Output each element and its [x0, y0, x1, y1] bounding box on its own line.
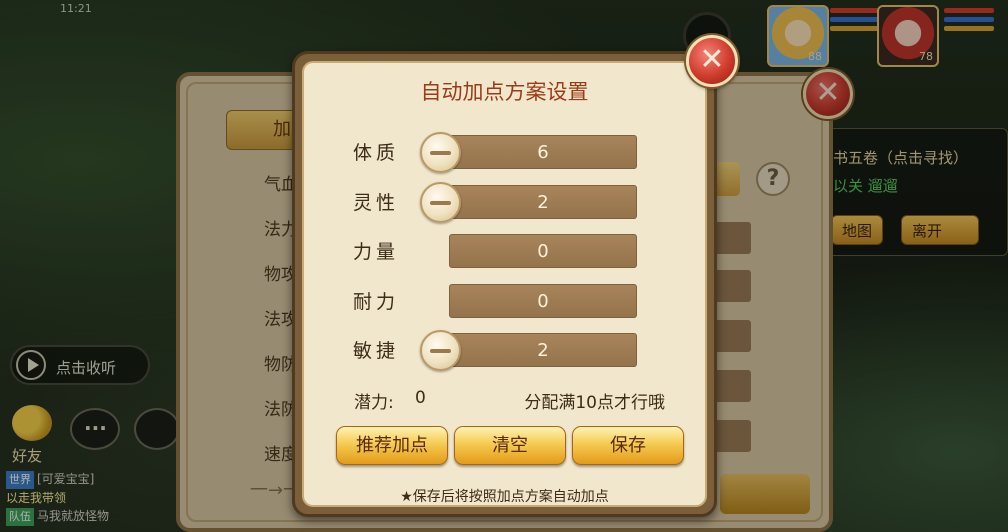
- attribute-bar: 2: [449, 333, 637, 367]
- minus-button[interactable]: [420, 330, 461, 371]
- attribute-row-spirit: 灵性 2: [304, 182, 704, 223]
- attribute-name: 体质: [353, 142, 400, 164]
- attribute-name: 灵性: [353, 192, 400, 214]
- recommend-points-button[interactable]: 推荐加点: [336, 426, 448, 465]
- auto-points-dialog: 自动加点方案设置 体质 6 灵性 2 力量 0 耐力 0 敏捷 2 潜力: 0 …: [292, 51, 717, 517]
- minus-button[interactable]: [420, 182, 461, 223]
- attribute-bar: 6: [449, 135, 637, 169]
- potential-value: 0: [415, 388, 426, 408]
- potential-label: 潜力:: [354, 393, 394, 413]
- attribute-value: 2: [537, 340, 549, 361]
- attribute-bar: 0: [449, 234, 637, 268]
- save-button[interactable]: 保存: [572, 426, 684, 465]
- attribute-row-constitution: 体质 6: [304, 132, 704, 173]
- attribute-value: 0: [537, 241, 549, 262]
- minus-button[interactable]: [420, 132, 461, 173]
- footer-note: ★保存后将按照加点方案自动加点: [400, 489, 609, 505]
- clear-button[interactable]: 清空: [454, 426, 566, 465]
- attribute-row-agility: 敏捷 2: [304, 330, 704, 371]
- close-icon[interactable]: ✕: [686, 35, 738, 87]
- dialog-body: 自动加点方案设置 体质 6 灵性 2 力量 0 耐力 0 敏捷 2 潜力: 0 …: [302, 61, 707, 507]
- attribute-bar: 0: [449, 284, 637, 318]
- attribute-row-endurance: 耐力 0: [304, 282, 704, 318]
- attribute-name: 力量: [353, 241, 400, 263]
- attribute-name: 耐力: [353, 291, 400, 313]
- attribute-row-strength: 力量 0: [304, 232, 704, 268]
- attribute-value: 2: [537, 192, 549, 213]
- attribute-bar: 2: [449, 185, 637, 219]
- attribute-name: 敏捷: [353, 340, 400, 362]
- attribute-value: 0: [537, 291, 549, 312]
- attribute-value: 6: [537, 142, 549, 163]
- allocation-hint: 分配满10点才行哦: [524, 393, 665, 413]
- dialog-title: 自动加点方案设置: [420, 80, 589, 104]
